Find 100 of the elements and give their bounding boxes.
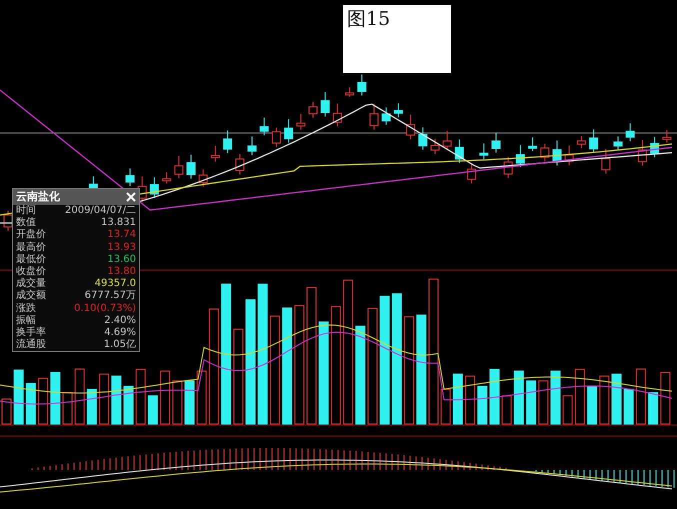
candlestick <box>504 156 513 178</box>
volume-bar <box>452 374 463 424</box>
stock-name: 云南盐化 <box>16 190 60 204</box>
volume-bar <box>86 388 97 424</box>
candlestick <box>540 143 550 162</box>
field-value: 2.40% <box>104 314 136 327</box>
field-label: 最低价 <box>16 254 46 266</box>
candlestick <box>564 145 574 166</box>
field-value: 1.05亿 <box>104 339 136 352</box>
candlestick <box>589 128 598 154</box>
candlestick <box>162 172 172 184</box>
candlestick <box>467 162 476 184</box>
candlestick <box>406 114 416 140</box>
field-value: 6777.57万 <box>84 290 136 302</box>
field-value: 13.60 <box>107 254 136 266</box>
candlestick <box>418 126 428 150</box>
field-label: 收盘价 <box>16 266 46 278</box>
candlestick <box>174 155 184 179</box>
candlestick <box>454 139 464 164</box>
field-label: 数值 <box>16 217 36 229</box>
volume-bar <box>477 386 488 424</box>
candlestick <box>126 168 134 186</box>
field-value: 2009/04/07/二 <box>64 205 136 218</box>
field-label: 涨跌 <box>16 302 36 315</box>
volume-bar <box>648 392 658 424</box>
candlestick <box>332 103 342 127</box>
field-value: 13.93 <box>107 242 136 254</box>
candlestick <box>210 145 220 162</box>
candlestick <box>626 122 635 142</box>
volume-bar <box>111 376 122 424</box>
candlestick <box>223 130 232 154</box>
close-icon[interactable] <box>126 192 136 202</box>
candlestick <box>284 118 294 144</box>
volume-bar <box>624 388 634 424</box>
volume-bar <box>574 368 585 424</box>
volume-bar <box>660 372 670 424</box>
figure-label: 图15 <box>343 5 451 73</box>
candlestick <box>614 136 622 150</box>
volume-bar <box>538 380 548 424</box>
field-value: 13.80 <box>107 266 136 278</box>
volume-bar <box>26 383 36 424</box>
candlestick <box>638 140 647 166</box>
candlestick <box>430 138 440 155</box>
candlestick <box>650 136 660 158</box>
candlestick <box>382 106 391 126</box>
candlestick <box>662 130 672 144</box>
field-label: 换手率 <box>16 326 46 338</box>
volume-bar <box>612 374 622 424</box>
candlestick <box>528 136 538 152</box>
candlestick <box>370 103 378 130</box>
candlestick <box>516 144 525 168</box>
volume-bar <box>99 374 110 424</box>
volume-bar <box>184 380 194 424</box>
volume-bar <box>74 368 85 424</box>
field-label: 流通股 <box>16 339 46 352</box>
volume-bar <box>172 380 182 424</box>
candlestick <box>576 136 586 149</box>
volume-bar <box>514 370 524 424</box>
field-label: 振幅 <box>16 314 36 326</box>
candlestick <box>492 132 500 153</box>
candlestick <box>308 101 318 118</box>
volume-bar <box>136 368 146 424</box>
candlestick <box>272 127 281 148</box>
volume-bar <box>599 376 610 424</box>
candlestick <box>235 154 244 175</box>
volume-bar <box>636 368 646 424</box>
field-value: 49357.0 <box>94 278 136 290</box>
field-value: 4.69% <box>104 326 136 339</box>
volume-bar <box>526 380 536 424</box>
candlestick <box>552 140 562 166</box>
volume-bar <box>562 395 573 424</box>
candlestick <box>260 117 269 136</box>
volume-bar <box>160 370 170 424</box>
candlestick <box>479 142 488 160</box>
volume-bar <box>196 370 207 424</box>
field-value: 13.74 <box>107 229 136 242</box>
volume-bar <box>124 386 134 424</box>
volume-bar <box>587 386 598 424</box>
candlestick <box>248 136 256 156</box>
field-label: 开盘价 <box>16 229 46 242</box>
candlestick <box>601 148 610 174</box>
volume-bar <box>490 368 500 424</box>
field-value: 0.10(0.73%) <box>74 302 136 315</box>
field-label: 成交额 <box>16 290 46 302</box>
volume-bar <box>502 395 512 424</box>
volume-bar <box>440 388 451 424</box>
candlestick <box>442 130 452 151</box>
volume-bar <box>14 370 24 424</box>
candlestick <box>296 113 306 130</box>
candlestick <box>198 168 208 188</box>
volume-bar <box>38 378 48 424</box>
field-value: 13.831 <box>101 217 136 230</box>
candlestick <box>320 92 330 118</box>
volume-bar <box>465 376 476 424</box>
candlestick <box>186 154 196 180</box>
volume-bar <box>550 370 560 424</box>
field-label: 成交量 <box>16 278 46 290</box>
field-label: 时间 <box>16 205 36 217</box>
volume-bar <box>2 398 12 424</box>
candlestick <box>394 102 403 118</box>
